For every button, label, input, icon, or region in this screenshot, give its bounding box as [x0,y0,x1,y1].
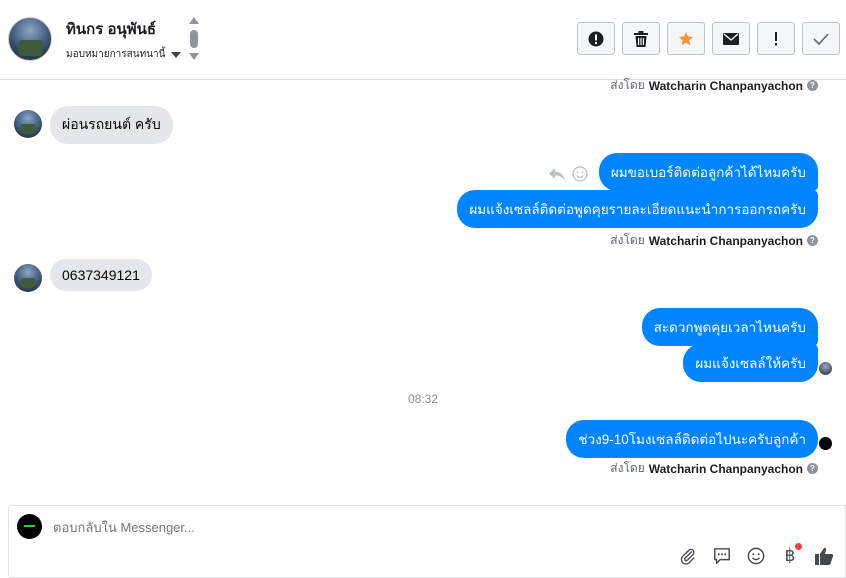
exclamation-icon [775,31,777,45]
outgoing-message[interactable]: ผมแจ้งเซลล์ให้ครับ [683,344,818,382]
mark-unread-button[interactable] [712,22,750,55]
message-actions [548,166,588,182]
sent-by-prefix: ส่งโดย [610,233,645,247]
contact-avatar-small[interactable] [14,110,42,138]
thumbs-up-icon [815,547,834,565]
mark-done-button[interactable] [802,22,840,55]
check-icon [813,32,829,45]
contact-avatar-small[interactable] [14,264,42,292]
react-emoji-icon[interactable] [572,166,588,182]
saved-replies-button[interactable] [711,545,733,567]
outgoing-message[interactable]: ผมขอเบอร์ติดต่อลูกค้าได้ไหมครับ [598,153,818,191]
sent-by-label: ส่งโดย Watcharin Chanpanyachon ? [610,76,818,95]
sender-name: Watcharin Chanpanyachon [648,233,803,248]
envelope-icon [723,32,739,45]
emoji-icon [747,547,765,565]
conversation-header: ทินกร อนุพันธ์ มอบหมายการสนทนานี้ [0,0,846,80]
delete-button[interactable] [622,22,660,55]
attachment-button[interactable] [677,545,699,567]
message-thread[interactable]: ส่งโดย Watcharin Chanpanyachon ? ผ่อนรถย… [0,78,846,500]
page-avatar [17,514,42,539]
payment-button[interactable]: ฿ [779,543,802,567]
help-icon[interactable]: ? [807,463,818,474]
star-icon [679,31,693,45]
star-button[interactable] [667,22,705,55]
sent-by-label: ส่งโดย Watcharin Chanpanyachon ? [610,459,818,478]
contact-name[interactable]: ทินกร อนุพันธ์ [66,17,156,41]
outgoing-message[interactable]: ผมแจ้งเซลล์ติดต่อพูดคุยรายละเอียดแนะนำกา… [457,190,818,228]
payment-icon: ฿ [784,546,796,566]
attachment-icon [680,548,695,565]
help-icon[interactable]: ? [807,235,818,246]
scroll-handle[interactable] [190,30,198,48]
sent-by-label: ส่งโดย Watcharin Chanpanyachon ? [610,231,818,250]
incoming-message[interactable]: ผ่อนรถยนต์ ครับ [50,106,173,144]
sender-name: Watcharin Chanpanyachon [648,461,803,476]
arrow-down-icon[interactable] [189,53,199,60]
conversation-toolbar [577,22,840,55]
flag-button[interactable] [757,22,795,55]
sender-name: Watcharin Chanpanyachon [648,78,803,93]
composer-actions: ฿ [677,543,835,567]
notification-dot [795,543,802,550]
message-timestamp: 08:32 [407,392,439,406]
conversation-scroll-control[interactable] [187,17,201,65]
trash-icon [634,30,648,47]
sent-by-prefix: ส่งโดย [610,461,645,475]
seen-avatar [819,437,832,450]
assign-conversation-dropdown[interactable]: มอบหมายการสนทนานี้ [66,47,182,62]
sent-by-prefix: ส่งโดย [610,78,645,92]
message-composer: ฿ [8,505,846,578]
help-icon[interactable]: ? [807,80,818,91]
caret-down-icon [171,51,182,58]
assign-label: มอบหมายการสนทนานี้ [66,49,166,60]
reply-input[interactable] [53,520,653,535]
reply-icon[interactable] [548,166,566,182]
incoming-message[interactable]: 0637349121 [50,259,152,291]
outgoing-message[interactable]: ช่วง9-10โมงเซลล์ติดต่อไปนะครับลูกค้า [566,420,818,458]
alert-circle-icon [588,31,604,46]
outgoing-message[interactable]: สะดวกพูดคุยเวลาไหนครับ [641,308,818,346]
seen-avatar [819,362,832,375]
spam-button[interactable] [577,22,615,55]
arrow-up-icon[interactable] [189,17,199,24]
contact-avatar[interactable] [8,17,52,61]
like-button[interactable] [813,545,835,567]
saved-reply-icon [714,548,730,564]
emoji-button[interactable] [745,545,767,567]
